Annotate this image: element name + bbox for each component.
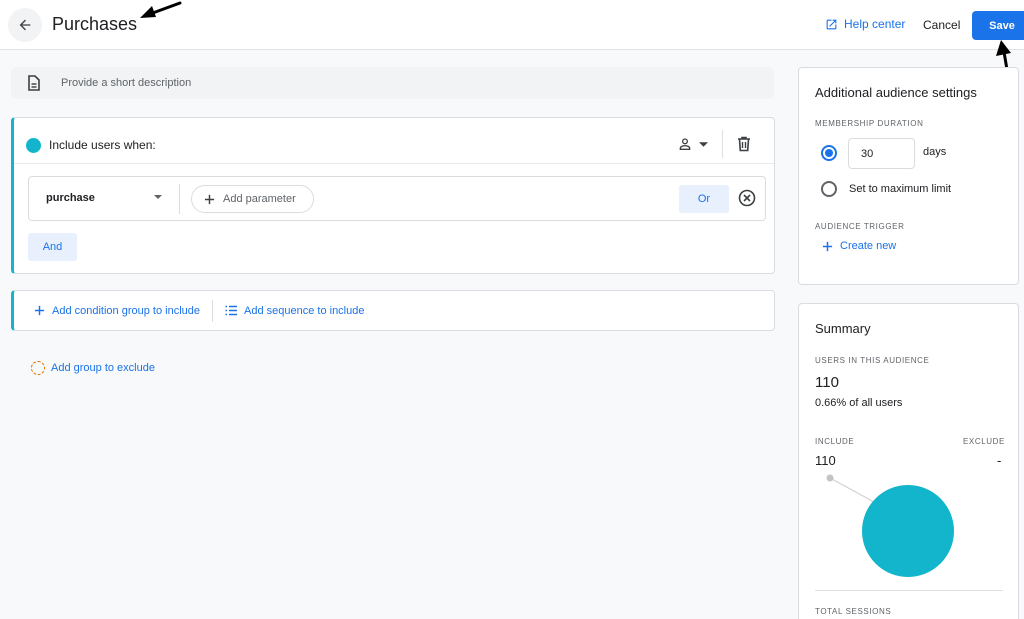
help-center-link[interactable]: Help center bbox=[825, 17, 905, 31]
create-trigger-button[interactable]: Create new bbox=[822, 240, 896, 252]
include-bubble bbox=[862, 485, 954, 577]
add-exclude-group-button[interactable]: Add group to exclude bbox=[31, 361, 155, 375]
include-label: INCLUDE bbox=[815, 437, 855, 446]
event-dropdown-caret-icon[interactable] bbox=[154, 195, 162, 199]
save-button[interactable]: Save bbox=[972, 11, 1024, 40]
membership-duration-label: MEMBERSHIP DURATION bbox=[815, 119, 924, 128]
summary-divider bbox=[815, 590, 1003, 591]
plus-icon bbox=[34, 305, 45, 316]
audience-trigger-label: AUDIENCE TRIGGER bbox=[815, 222, 905, 231]
description-field[interactable]: Provide a short description bbox=[11, 67, 774, 99]
audience-bubble-chart bbox=[826, 474, 954, 577]
and-button[interactable]: And bbox=[28, 233, 77, 261]
create-new-label: Create new bbox=[840, 240, 897, 252]
users-percent: 0.66% of all users bbox=[815, 397, 903, 409]
add-exclude-label: Add group to exclude bbox=[51, 362, 155, 374]
scope-dropdown[interactable] bbox=[677, 136, 708, 152]
duration-unit: days bbox=[923, 146, 947, 158]
include-connector-line bbox=[829, 477, 875, 503]
add-include-bar: Add condition group to include Add seque… bbox=[11, 290, 775, 331]
annotation-arrow-title bbox=[140, 1, 182, 18]
settings-title: Additional audience settings bbox=[815, 85, 977, 100]
exclude-label: EXCLUDE bbox=[963, 437, 1005, 446]
delete-icon[interactable] bbox=[737, 136, 751, 152]
include-connector-dot bbox=[826, 474, 834, 482]
document-icon bbox=[28, 75, 40, 91]
add-parameter-label: Add parameter bbox=[223, 193, 296, 205]
arrow-back-icon bbox=[19, 19, 31, 31]
sequence-list-icon bbox=[225, 305, 237, 316]
exclude-dashed-circle-icon bbox=[31, 361, 45, 375]
include-group-title: Include users when: bbox=[49, 138, 156, 152]
person-icon bbox=[679, 138, 691, 150]
duration-input[interactable]: 30 bbox=[848, 138, 915, 169]
max-limit-label: Set to maximum limit bbox=[849, 183, 952, 195]
total-sessions-label: TOTAL SESSIONS bbox=[815, 607, 892, 616]
plus-icon bbox=[822, 241, 833, 251]
add-bar-divider bbox=[212, 299, 213, 322]
max-limit-radio[interactable] bbox=[821, 181, 837, 197]
help-center-label: Help center bbox=[844, 17, 906, 31]
users-audience-label: USERS IN THIS AUDIENCE bbox=[815, 356, 930, 365]
remove-condition-icon[interactable] bbox=[738, 189, 756, 207]
event-name[interactable]: purchase bbox=[46, 192, 95, 204]
duration-radio[interactable] bbox=[821, 145, 837, 161]
header-divider bbox=[722, 130, 723, 158]
or-button[interactable]: Or bbox=[679, 185, 729, 213]
add-sequence-button[interactable]: Add sequence to include bbox=[225, 305, 364, 317]
add-condition-group-label: Add condition group to include bbox=[52, 304, 200, 317]
plus-icon bbox=[204, 194, 215, 204]
users-count: 110 bbox=[815, 374, 839, 391]
add-condition-group-button[interactable]: Add condition group to include bbox=[34, 305, 200, 317]
condition-divider bbox=[179, 184, 180, 214]
summary-title: Summary bbox=[815, 321, 871, 336]
cancel-button[interactable]: Cancel bbox=[923, 18, 960, 32]
include-condition-group: Include users when: purchase Add paramet… bbox=[11, 117, 775, 274]
condition-row: purchase Add parameter Or bbox=[28, 176, 766, 221]
caret-down-icon bbox=[699, 141, 708, 147]
open-in-new-icon bbox=[826, 19, 837, 29]
add-parameter-button[interactable]: Add parameter bbox=[191, 185, 314, 213]
add-sequence-label: Add sequence to include bbox=[244, 304, 365, 317]
back-button[interactable] bbox=[8, 8, 42, 42]
page-title: Purchases bbox=[52, 14, 138, 34]
summary-card: Summary USERS IN THIS AUDIENCE 110 0.66%… bbox=[798, 303, 1019, 619]
description-placeholder: Provide a short description bbox=[61, 77, 192, 89]
audience-settings-card: Additional audience settings MEMBERSHIP … bbox=[798, 67, 1019, 285]
include-group-header: Include users when: bbox=[14, 118, 774, 164]
include-dot-icon bbox=[26, 138, 41, 153]
